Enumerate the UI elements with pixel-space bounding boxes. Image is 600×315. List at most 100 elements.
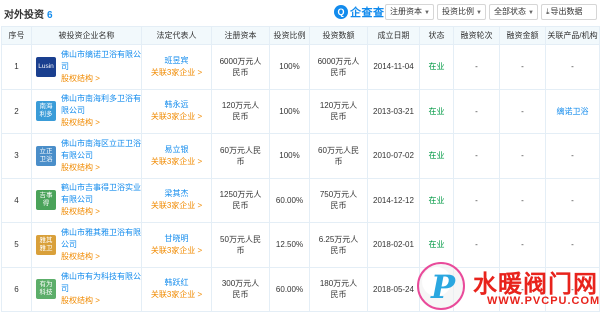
legal-rep-cell: 梁其杰 关联3家企业 > (141, 177, 212, 223)
section-title-text: 对外投资 (4, 10, 44, 21)
financing-round: - (453, 44, 500, 90)
established-date: 2018-02-01 (367, 222, 420, 268)
registered-capital: 60万元人民币 (211, 133, 270, 179)
company-logo: 有为 科技 (36, 279, 56, 300)
legal-rep-cell: 甘晓明 关联3家企业 > (141, 222, 212, 268)
column-header: 融资金额 (499, 26, 546, 45)
established-date: 2018-05-24 (367, 266, 420, 312)
company-name-link[interactable]: 佛山市南海利多卫浴有限公司 (61, 93, 141, 117)
investment-ratio: 12.50% (269, 222, 310, 268)
column-header: 序号 (1, 26, 32, 45)
qichacha-brand[interactable]: Q 企查查 (334, 4, 385, 20)
equity-structure-link[interactable]: 股权结构 > (61, 251, 141, 263)
investment-ratio: 100% (269, 88, 310, 134)
registered-capital: 1250万元人民币 (211, 177, 270, 223)
column-header: 注册资本 (211, 26, 270, 45)
equity-structure-link[interactable]: 股权结构 > (61, 162, 141, 174)
company-name-link[interactable]: 佛山市有为科技有限公司 (61, 271, 141, 295)
ratio-filter-dropdown[interactable]: 投资比例 ▼ (437, 4, 486, 20)
investment-amount: 750万元人民币 (309, 177, 368, 223)
investment-amount: 180万元人民币 (309, 266, 368, 312)
watermark-site-name: 水暖阀门网 (473, 271, 598, 298)
table-row: 1 Lusin 佛山市缡诺卫浴有限公司 股权结构 > 班昱宾 关联3家企业 > … (1, 44, 600, 90)
column-header: 状态 (419, 26, 454, 45)
company-name-link[interactable]: 佛山市南海区立正卫浴有限公司 (61, 138, 141, 162)
related-companies-link[interactable]: 关联3家企业 > (142, 289, 211, 301)
column-header: 被投资企业名称 (31, 26, 142, 45)
company-name-link[interactable]: 佛山市缡诺卫浴有限公司 (61, 49, 141, 73)
table-header-row: 序号 被投资企业名称 法定代表人 注册资本 投资比例 投资数额 成立日期 状态 … (1, 26, 600, 45)
company-logo: 吉事 得 (36, 190, 56, 211)
equity-structure-link[interactable]: 股权结构 > (61, 295, 141, 307)
related-companies-link[interactable]: 关联3家企业 > (142, 111, 211, 123)
equity-structure-link[interactable]: 股权结构 > (61, 117, 141, 129)
section-header: 对外投资 6 Q 企查查 注册资本 ▼ 投资比例 ▼ 全部状态 ▼ ⤓导出数据 (0, 0, 600, 24)
legal-rep-link[interactable]: 易立银 (142, 144, 211, 156)
download-icon: ⤓ (546, 7, 550, 16)
investment-amount: 6000万元人民币 (309, 44, 368, 90)
investment-amount: 120万元人民币 (309, 88, 368, 134)
table-row: 3 立正 卫浴 佛山市南海区立正卫浴有限公司 股权结构 > 易立银 关联3家企业… (1, 133, 600, 179)
export-data-button[interactable]: ⤓导出数据 (541, 4, 597, 20)
financing-round: - (453, 88, 500, 134)
related-product: - (545, 44, 600, 90)
company-cell: 雅其 雅卫 佛山市雅其雅卫浴有限公司 股权结构 > (31, 222, 142, 268)
legal-rep-link[interactable]: 梁其杰 (142, 188, 211, 200)
related-companies-link[interactable]: 关联3家企业 > (142, 67, 211, 79)
financing-amount: - (499, 44, 546, 90)
legal-rep-cell: 韩永远 关联3家企业 > (141, 88, 212, 134)
chevron-down-icon: ▼ (424, 10, 430, 16)
related-product-link[interactable]: 缡诺卫浴 (545, 88, 600, 134)
qichacha-logo-icon: Q (334, 5, 348, 19)
site-watermark: P 水暖阀门网 WWW.PVCPU.COM (415, 262, 600, 314)
export-label: 导出数据 (550, 7, 583, 16)
related-companies-link[interactable]: 关联3家企业 > (142, 200, 211, 212)
established-date: 2013-03-21 (367, 88, 420, 134)
investment-ratio: 60.00% (269, 177, 310, 223)
table-row: 4 吉事 得 鹤山市吉事得卫浴实业有限公司 股权结构 > 梁其杰 关联3家企业 … (1, 177, 600, 223)
row-index: 3 (1, 133, 32, 179)
investment-amount: 60万元人民币 (309, 133, 368, 179)
legal-rep-cell: 班昱宾 关联3家企业 > (141, 44, 212, 90)
legal-rep-cell: 易立银 关联3家企业 > (141, 133, 212, 179)
table-row: 2 南海 利多 佛山市南海利多卫浴有限公司 股权结构 > 韩永远 关联3家企业 … (1, 88, 600, 134)
investment-amount: 6.25万元人民币 (309, 222, 368, 268)
related-companies-link[interactable]: 关联3家企业 > (142, 245, 211, 257)
company-logo: 雅其 雅卫 (36, 234, 56, 255)
legal-rep-link[interactable]: 甘晓明 (142, 233, 211, 245)
registered-capital: 300万元人民币 (211, 266, 270, 312)
financing-round: - (453, 133, 500, 179)
capital-filter-dropdown[interactable]: 注册资本 ▼ (385, 4, 434, 20)
financing-amount: - (499, 222, 546, 268)
row-index: 5 (1, 222, 32, 268)
row-index: 1 (1, 44, 32, 90)
company-cell: 有为 科技 佛山市有为科技有限公司 股权结构 > (31, 266, 142, 312)
equity-structure-link[interactable]: 股权结构 > (61, 73, 141, 85)
registered-capital: 6000万元人民币 (211, 44, 270, 90)
related-product: - (545, 133, 600, 179)
equity-structure-link[interactable]: 股权结构 > (61, 206, 141, 218)
legal-rep-link[interactable]: 韩跃红 (142, 277, 211, 289)
company-name-link[interactable]: 鹤山市吉事得卫浴实业有限公司 (61, 182, 141, 206)
chevron-down-icon: ▼ (528, 10, 534, 16)
status-filter-dropdown[interactable]: 全部状态 ▼ (489, 4, 538, 20)
financing-amount: - (499, 88, 546, 134)
column-header: 关联产品/机构 (545, 26, 600, 45)
column-header: 成立日期 (367, 26, 420, 45)
financing-amount: - (499, 177, 546, 223)
company-cell: Lusin 佛山市缡诺卫浴有限公司 股权结构 > (31, 44, 142, 90)
company-name-link[interactable]: 佛山市雅其雅卫浴有限公司 (61, 227, 141, 251)
registered-capital: 120万元人民币 (211, 88, 270, 134)
company-cell: 吉事 得 鹤山市吉事得卫浴实业有限公司 股权结构 > (31, 177, 142, 223)
status-badge: 在业 (419, 44, 454, 90)
status-filter-label: 全部状态 (494, 7, 526, 16)
legal-rep-link[interactable]: 韩永远 (142, 99, 211, 111)
financing-amount: - (499, 133, 546, 179)
row-index: 2 (1, 88, 32, 134)
status-badge: 在业 (419, 133, 454, 179)
investment-count: 6 (47, 10, 53, 21)
related-companies-link[interactable]: 关联3家企业 > (142, 156, 211, 168)
investment-ratio: 100% (269, 44, 310, 90)
legal-rep-link[interactable]: 班昱宾 (142, 55, 211, 67)
capital-filter-label: 注册资本 (390, 7, 422, 16)
